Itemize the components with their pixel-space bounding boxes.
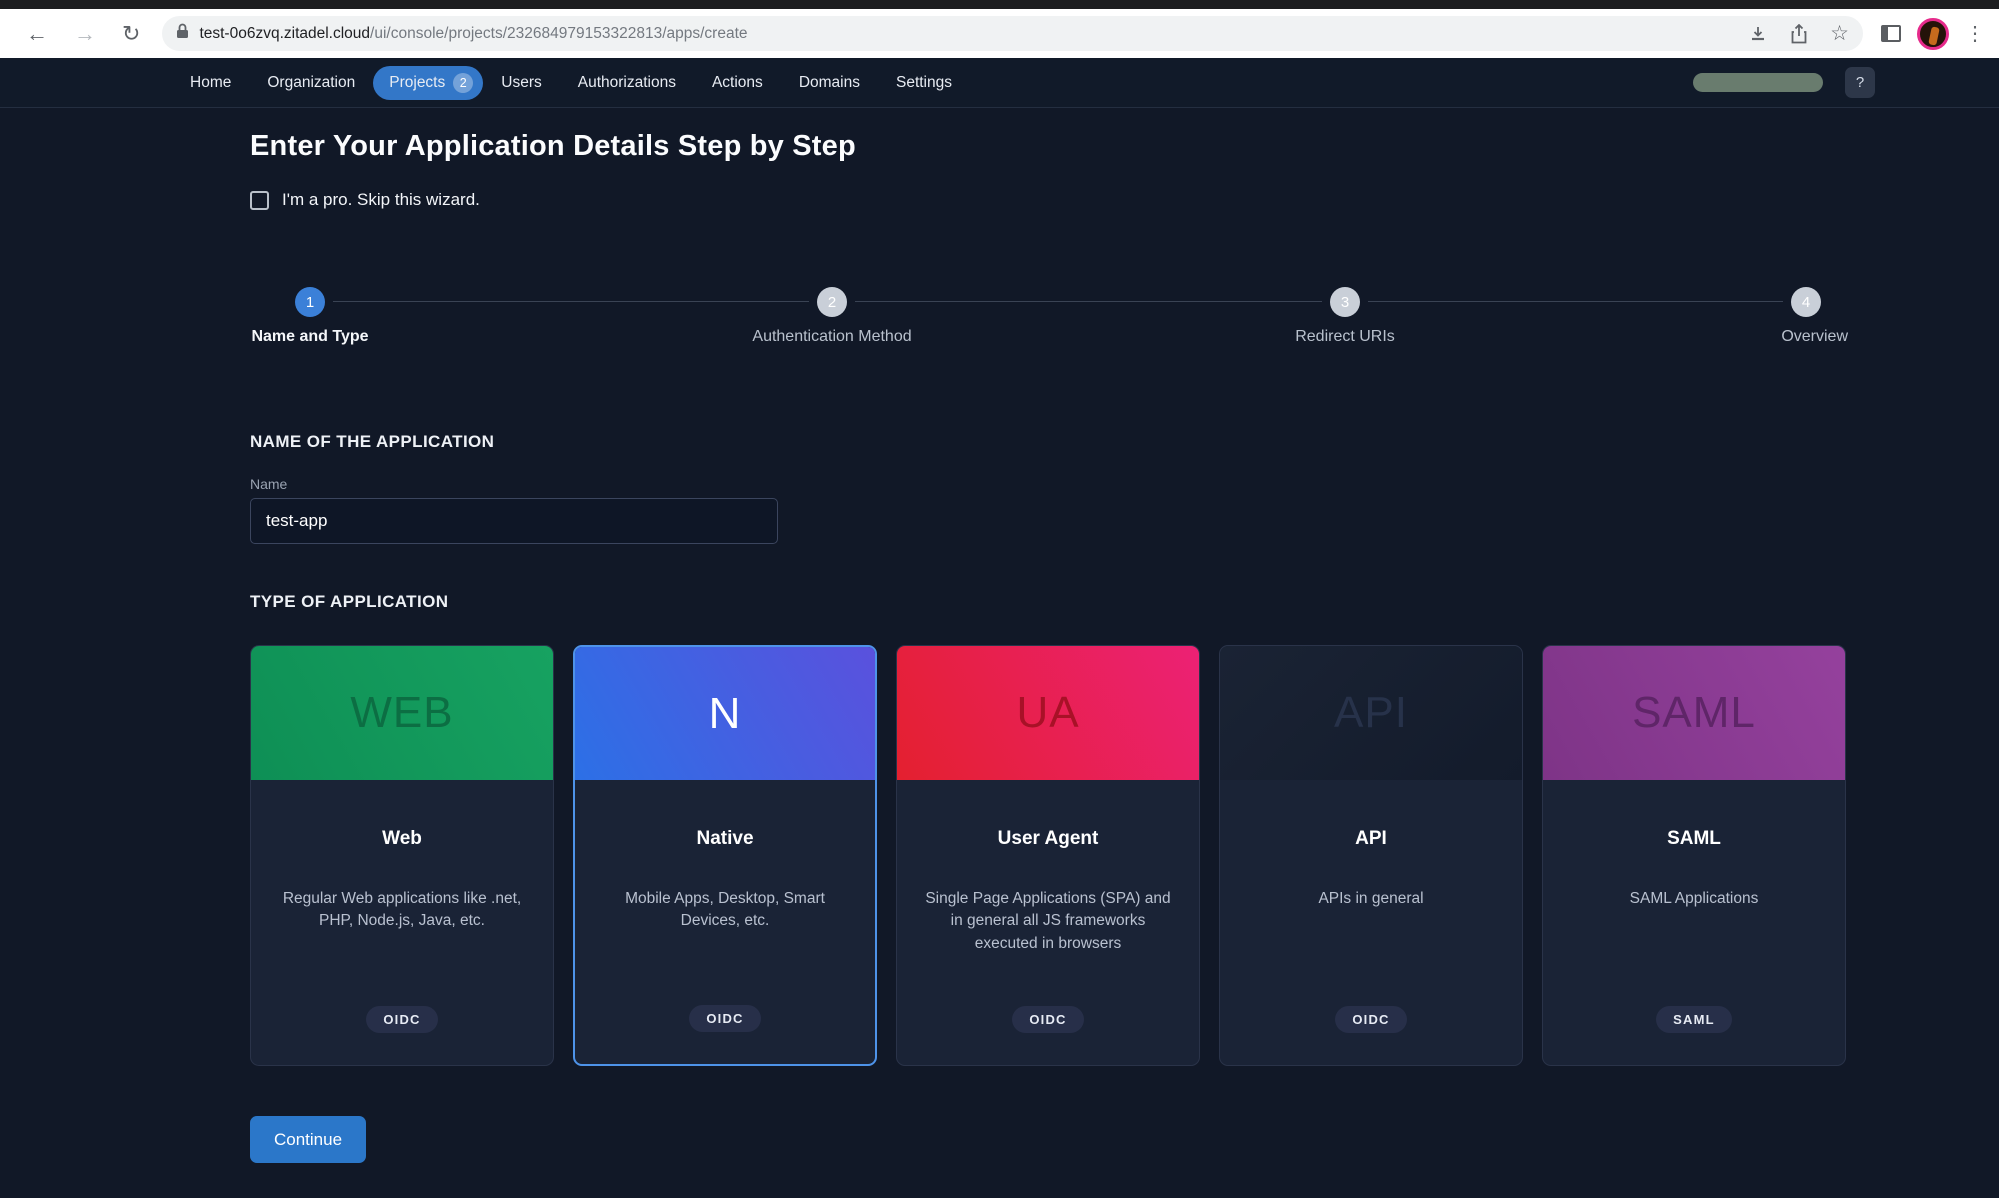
card-api[interactable]: API API APIs in general OIDC [1219, 645, 1523, 1066]
type-section-heading: TYPE OF APPLICATION [250, 592, 1999, 612]
card-user-agent-banner: UA [897, 646, 1199, 780]
zitadel-nav: Home Organization Projects 2 Users Autho… [0, 58, 1999, 108]
wizard-page: Enter Your Application Details Step by S… [0, 108, 1999, 1198]
lock-icon [176, 23, 189, 44]
card-web-banner: WEB [251, 646, 553, 780]
back-icon[interactable]: ← [26, 23, 48, 45]
card-saml-title: SAML [1667, 828, 1721, 850]
step-4-circle[interactable]: 4 [1791, 287, 1821, 317]
card-native-title: Native [696, 828, 753, 850]
url-path: /ui/console/projects/232684979153322813/… [370, 25, 747, 42]
help-button[interactable]: ? [1845, 67, 1875, 98]
nav-organization[interactable]: Organization [249, 66, 373, 100]
skip-wizard-row: I'm a pro. Skip this wizard. [250, 188, 1999, 212]
card-web-desc: Regular Web applications like .net, PHP,… [251, 888, 553, 933]
side-panel-icon[interactable] [1881, 25, 1901, 42]
card-api-desc: APIs in general [1294, 888, 1447, 910]
url-host: test-0o6zvq.zitadel.cloud [199, 25, 370, 42]
page-title: Enter Your Application Details Step by S… [250, 128, 1999, 164]
card-api-protocol-badge: OIDC [1335, 1006, 1406, 1033]
browser-tabstrip [0, 0, 1999, 9]
card-api-banner: API [1220, 646, 1522, 780]
reload-icon[interactable]: ↻ [122, 23, 140, 45]
step-2-label: Authentication Method [752, 328, 911, 346]
card-web-protocol-badge: OIDC [366, 1006, 437, 1033]
step-4-label: Overview [1781, 328, 1848, 346]
card-api-title: API [1355, 828, 1387, 850]
url-text: test-0o6zvq.zitadel.cloud/ui/console/pro… [199, 25, 1736, 43]
step-3-circle[interactable]: 3 [1330, 287, 1360, 317]
menu-dots-icon[interactable]: ⋮ [1965, 21, 1985, 46]
step-3-label: Redirect URIs [1295, 328, 1395, 346]
card-web[interactable]: WEB Web Regular Web applications like .n… [250, 645, 554, 1066]
continue-button[interactable]: Continue [250, 1116, 366, 1163]
step-connector [1368, 301, 1783, 302]
card-user-agent[interactable]: UA User Agent Single Page Applications (… [896, 645, 1200, 1066]
download-icon[interactable] [1748, 24, 1768, 44]
card-native-banner: N [575, 647, 875, 780]
skip-wizard-label: I'm a pro. Skip this wizard. [282, 190, 480, 210]
card-saml[interactable]: SAML SAML SAML Applications SAML [1542, 645, 1846, 1066]
card-saml-banner: SAML [1543, 646, 1845, 780]
app-type-cards: WEB Web Regular Web applications like .n… [250, 645, 1846, 1066]
nav-home[interactable]: Home [172, 66, 249, 100]
avatar[interactable] [1917, 18, 1949, 50]
card-saml-desc: SAML Applications [1606, 888, 1783, 910]
nav-domains[interactable]: Domains [781, 66, 878, 100]
card-web-title: Web [382, 828, 422, 850]
projects-count-badge: 2 [453, 73, 473, 93]
card-native-protocol-badge: OIDC [689, 1005, 760, 1032]
card-native-desc: Mobile Apps, Desktop, Smart Devices, etc… [575, 888, 875, 933]
step-2-circle[interactable]: 2 [817, 287, 847, 317]
name-section-heading: NAME OF THE APPLICATION [250, 432, 1999, 452]
step-connector [333, 301, 809, 302]
step-1-circle[interactable]: 1 [295, 287, 325, 317]
browser-window: ← → ↻ test-0o6zvq.zitadel.cloud/ui/conso… [0, 0, 1999, 1198]
card-user-agent-protocol-badge: OIDC [1012, 1006, 1083, 1033]
org-switcher-pill[interactable] [1693, 73, 1823, 92]
browser-toolbar: ← → ↻ test-0o6zvq.zitadel.cloud/ui/conso… [0, 9, 1999, 58]
step-connector [855, 301, 1322, 302]
nav-settings[interactable]: Settings [878, 66, 970, 100]
step-1-label: Name and Type [251, 328, 368, 346]
url-bar[interactable]: test-0o6zvq.zitadel.cloud/ui/console/pro… [162, 16, 1863, 51]
nav-projects[interactable]: Projects 2 [373, 66, 483, 100]
stepper: 1 2 3 4 Name and Type Authentication Met… [250, 272, 1848, 384]
card-user-agent-title: User Agent [998, 828, 1099, 850]
nav-users[interactable]: Users [483, 66, 559, 100]
app-name-input[interactable] [250, 498, 778, 544]
nav-actions[interactable]: Actions [694, 66, 781, 100]
card-saml-protocol-badge: SAML [1656, 1006, 1732, 1033]
bookmark-star-icon[interactable]: ☆ [1830, 23, 1849, 44]
forward-icon[interactable]: → [74, 23, 96, 45]
nav-authorizations[interactable]: Authorizations [560, 66, 694, 100]
share-icon[interactable] [1790, 24, 1808, 44]
nav-projects-label: Projects [389, 74, 445, 92]
card-native[interactable]: N Native Mobile Apps, Desktop, Smart Dev… [573, 645, 877, 1066]
name-field-label: Name [250, 476, 1999, 492]
skip-wizard-checkbox[interactable] [250, 191, 269, 210]
card-user-agent-desc: Single Page Applications (SPA) and in ge… [897, 888, 1199, 955]
